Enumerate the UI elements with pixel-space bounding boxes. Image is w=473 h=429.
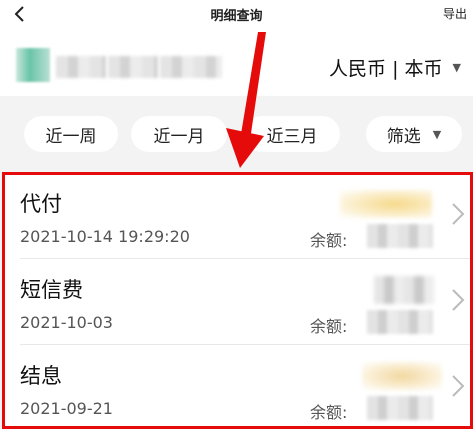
top-nav: 明细查询 导出 (0, 0, 473, 32)
account-name-blurred (56, 56, 106, 78)
transaction-title: 代付 (20, 192, 62, 216)
amount-blurred (374, 276, 434, 304)
filter-bar: 近一周 近一月 近三月 筛选 ▼ (0, 96, 473, 170)
chevron-right-icon (452, 289, 465, 311)
chevron-right-icon (452, 375, 465, 397)
transaction-date: 2021-10-03 (20, 313, 113, 332)
filter-month-label: 近一月 (153, 126, 205, 147)
currency-selector[interactable]: 人民币 | 本币 ▼ (329, 54, 461, 81)
balance-label: 余额: (310, 317, 348, 336)
balance-blurred (367, 224, 433, 248)
chevron-right-icon (452, 203, 465, 225)
balance-label: 余额: (310, 231, 348, 250)
filter-three-months[interactable]: 近三月 (244, 116, 340, 152)
filter-three-months-label: 近三月 (266, 126, 318, 147)
caret-down-icon: ▼ (452, 61, 461, 74)
balance-blurred (367, 310, 433, 334)
filter-month[interactable]: 近一月 (131, 116, 227, 152)
filter-week-label: 近一周 (45, 126, 97, 147)
account-header: 人民币 | 本币 ▼ (0, 32, 473, 96)
filter-week[interactable]: 近一周 (24, 116, 118, 152)
transaction-title: 短信费 (20, 278, 83, 302)
transaction-date: 2021-10-14 19:29:20 (20, 227, 190, 246)
balance-blurred (367, 396, 433, 420)
balance-label: 余额: (310, 403, 348, 422)
currency-label: 人民币 | 本币 (329, 58, 443, 80)
transaction-title: 结息 (20, 364, 62, 388)
amount-blurred (362, 362, 442, 390)
amount-blurred (340, 190, 432, 218)
caret-down-icon: ▼ (432, 127, 442, 141)
transaction-list: 代付 2021-10-14 19:29:20 余额: 短信费 2021-10-0… (2, 172, 471, 427)
transaction-row[interactable]: 结息 2021-09-21 余额: (2, 344, 471, 427)
page-title: 明细查询 (210, 9, 263, 24)
export-button[interactable]: 导出 (443, 5, 467, 22)
account-number-blurred (160, 56, 222, 78)
transaction-row[interactable]: 短信费 2021-10-03 余额: (2, 258, 471, 344)
transaction-row[interactable]: 代付 2021-10-14 19:29:20 余额: (2, 172, 471, 258)
filter-more[interactable]: 筛选 ▼ (366, 116, 462, 152)
bank-logo-blurred (16, 48, 50, 82)
account-number-blurred (108, 56, 158, 78)
transaction-date: 2021-09-21 (20, 399, 113, 418)
filter-more-label: 筛选 (386, 126, 421, 147)
